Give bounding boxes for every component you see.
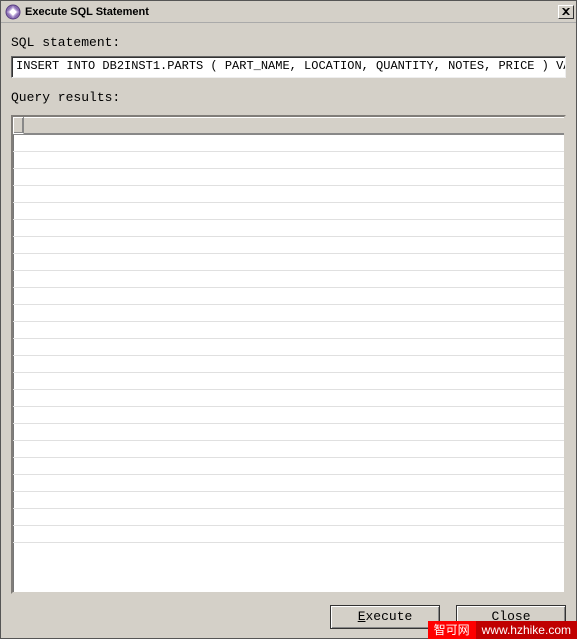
grid-header-blank [24,117,564,134]
grid-corner [13,117,24,134]
watermark-right: www.hzhike.com [476,621,577,639]
table-row [13,152,564,169]
table-row [13,237,564,254]
execute-button[interactable]: Execute [330,605,440,629]
sql-statement-label: SQL statement: [11,35,566,50]
sql-statement-input[interactable]: INSERT INTO DB2INST1.PARTS ( PART_NAME, … [11,56,566,78]
table-row [13,356,564,373]
table-row [13,288,564,305]
table-row [13,441,564,458]
table-row [13,407,564,424]
table-row [13,254,564,271]
table-row [13,169,564,186]
table-row [13,339,564,356]
table-row [13,424,564,441]
table-row [13,271,564,288]
table-row [13,220,564,237]
table-row [13,203,564,220]
table-row [13,373,564,390]
grid-body [13,135,564,592]
execute-button-rest: xecute [366,609,413,624]
table-row [13,509,564,526]
query-results-label: Query results: [11,90,566,105]
table-row [13,322,564,339]
table-row [13,135,564,152]
dialog-window: Execute SQL Statement SQL statement: INS… [0,0,577,639]
watermark-left: 智可网 [428,621,476,639]
table-row [13,492,564,509]
table-row [13,305,564,322]
table-row [13,526,564,543]
window-title: Execute SQL Statement [25,6,558,18]
table-row [13,458,564,475]
app-icon [5,4,21,20]
watermark: 智可网 www.hzhike.com [428,621,577,639]
table-row [13,186,564,203]
query-results-grid[interactable] [11,115,566,594]
table-row [13,390,564,407]
table-row [13,475,564,492]
titlebar: Execute SQL Statement [1,1,576,23]
window-close-button[interactable] [558,5,574,19]
dialog-body: SQL statement: INSERT INTO DB2INST1.PART… [1,23,576,598]
grid-header [13,117,564,135]
close-icon [562,8,570,15]
